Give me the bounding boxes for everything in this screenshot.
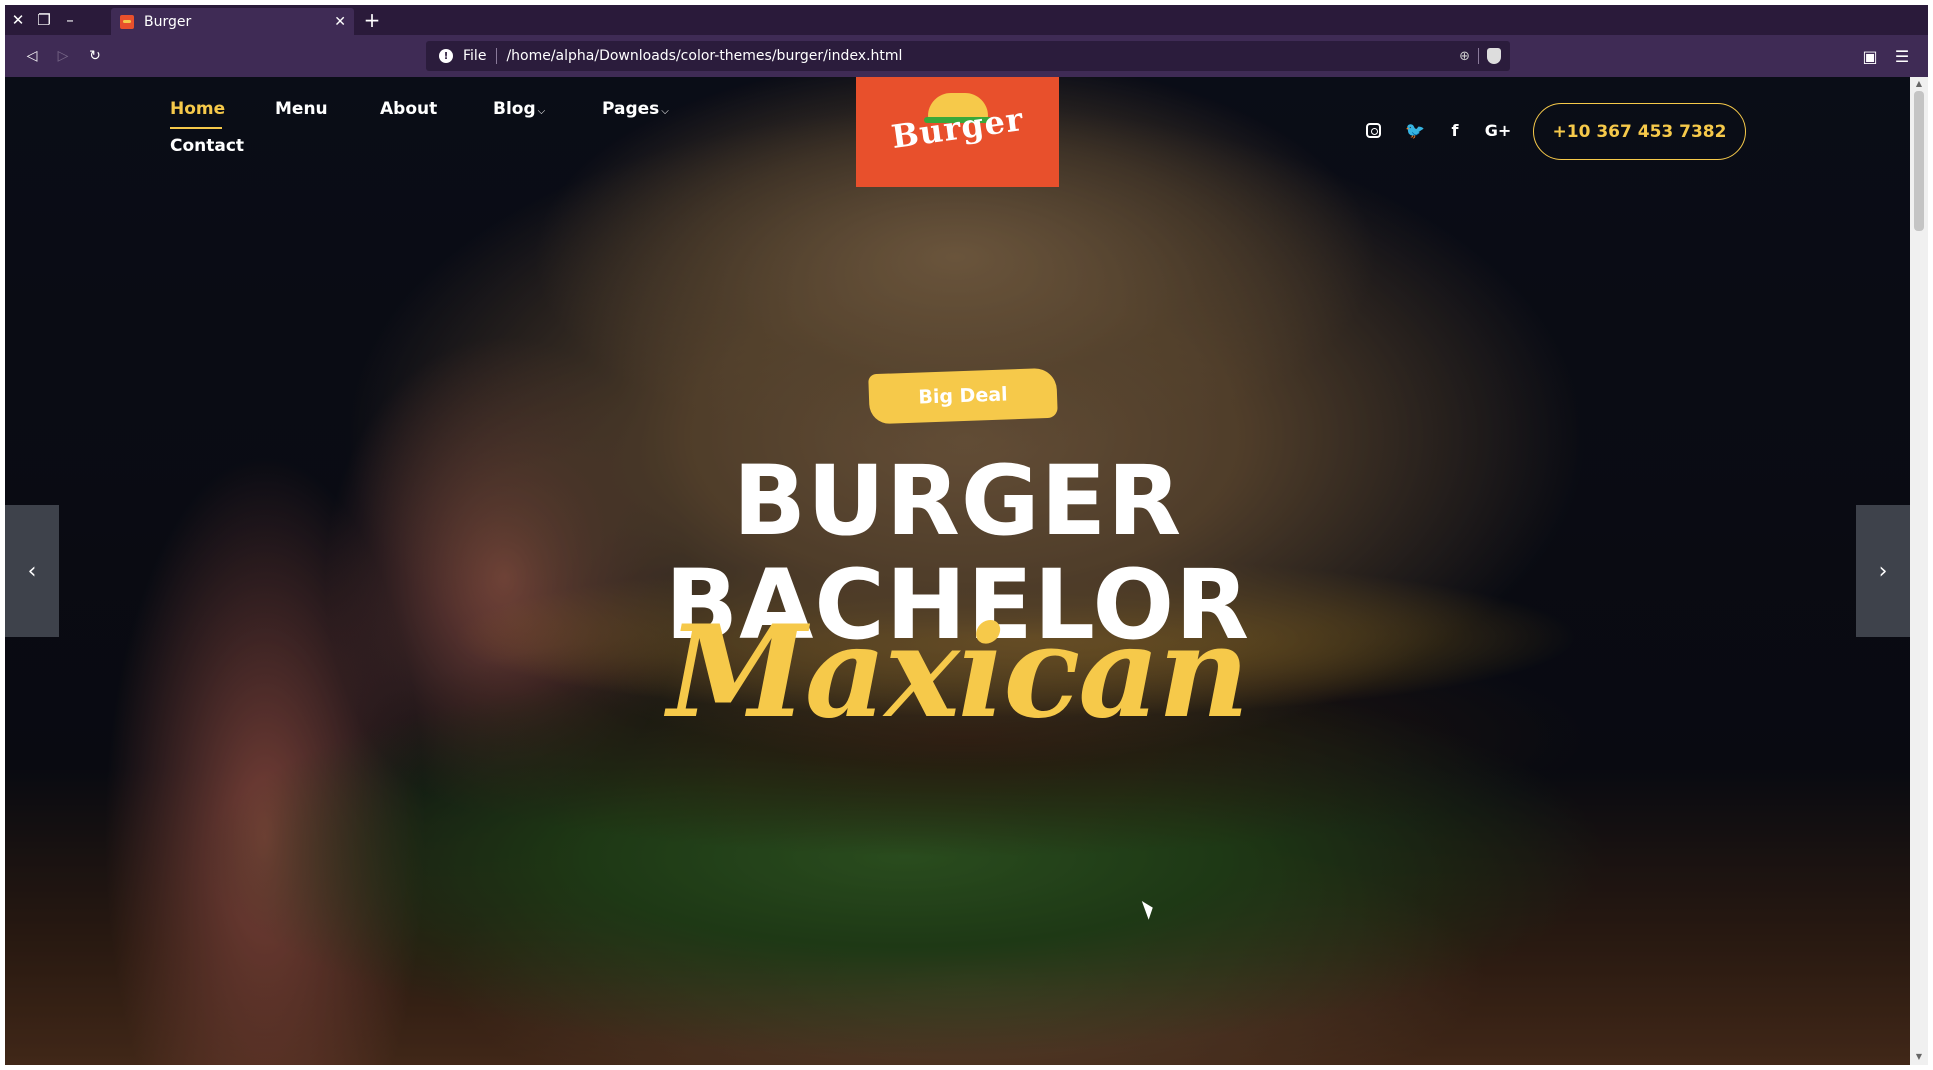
- address-bar[interactable]: ! File /home/alpha/Downloads/color-theme…: [426, 41, 1510, 71]
- facebook-icon[interactable]: f: [1445, 120, 1465, 140]
- chevron-down-icon: ⌵: [661, 106, 669, 117]
- nav-pages[interactable]: Pages ⌵: [602, 99, 669, 119]
- browser-window: ✕ ❐ – Burger ✕ + ◁ ▷ ↻ ! File /home/alph…: [5, 5, 1928, 1065]
- browser-tab[interactable]: Burger ✕: [111, 8, 354, 35]
- twitter-icon[interactable]: 🐦: [1405, 120, 1425, 140]
- tab-title: Burger: [144, 13, 192, 30]
- nav-pages-label: Pages: [602, 99, 660, 119]
- site-info-icon[interactable]: !: [439, 49, 453, 63]
- hamburger-menu-icon[interactable]: ☰: [1891, 45, 1913, 67]
- restore-window-icon[interactable]: ❐: [31, 5, 57, 35]
- site-logo[interactable]: Burger: [856, 77, 1059, 187]
- address-url[interactable]: /home/alpha/Downloads/color-themes/burge…: [506, 48, 1459, 64]
- forward-icon[interactable]: ▷: [52, 45, 74, 67]
- address-toolbar: ◁ ▷ ↻ ! File /home/alpha/Downloads/color…: [5, 35, 1928, 77]
- wallet-icon[interactable]: ▣: [1859, 45, 1881, 67]
- page-scrollbar[interactable]: ▲ ▼: [1910, 77, 1928, 1065]
- burger-favicon-icon: [120, 14, 134, 29]
- address-divider-2: [1478, 48, 1479, 64]
- big-deal-badge: Big Deal: [868, 367, 1058, 425]
- instagram-glyph: [1365, 122, 1381, 138]
- google-plus-icon[interactable]: G+: [1483, 120, 1513, 140]
- hero-script-title: Maxican: [667, 598, 1249, 746]
- nav-contact[interactable]: Contact: [170, 136, 244, 156]
- tab-bar: ✕ ❐ – Burger ✕ +: [5, 5, 1928, 35]
- nav-blog-label: Blog: [493, 99, 536, 119]
- scroll-up-icon[interactable]: ▲: [1914, 80, 1924, 88]
- zoom-icon[interactable]: ⊕: [1459, 49, 1470, 64]
- tab-close-icon[interactable]: ✕: [334, 14, 346, 30]
- reload-icon[interactable]: ↻: [84, 45, 106, 67]
- nav-home[interactable]: Home: [170, 99, 225, 119]
- brave-shield-icon[interactable]: [1487, 48, 1501, 64]
- nav-blog[interactable]: Blog ⌵: [493, 99, 545, 119]
- close-window-icon[interactable]: ✕: [5, 5, 31, 35]
- phone-button[interactable]: +10 367 453 7382: [1533, 103, 1746, 160]
- slider-next-button[interactable]: ›: [1856, 505, 1910, 637]
- nav-menu[interactable]: Menu: [275, 99, 328, 119]
- slider-prev-button[interactable]: ‹: [5, 505, 59, 637]
- hero-title-line-1: BURGER: [732, 445, 1183, 557]
- instagram-icon[interactable]: [1363, 120, 1383, 140]
- new-tab-button[interactable]: +: [359, 5, 385, 35]
- minimize-window-icon[interactable]: –: [57, 5, 83, 35]
- address-divider: [496, 48, 498, 64]
- hero-section: Home Menu About Blog ⌵ Pages ⌵ Contact Bur…: [5, 77, 1910, 1065]
- nav-home-underline: [170, 127, 222, 129]
- scroll-down-icon[interactable]: ▼: [1914, 1053, 1924, 1061]
- chevron-down-icon: ⌵: [537, 106, 546, 117]
- back-icon[interactable]: ◁: [21, 45, 43, 67]
- address-scheme: File: [463, 48, 487, 64]
- scroll-thumb[interactable]: [1914, 91, 1924, 231]
- nav-about[interactable]: About: [380, 99, 437, 119]
